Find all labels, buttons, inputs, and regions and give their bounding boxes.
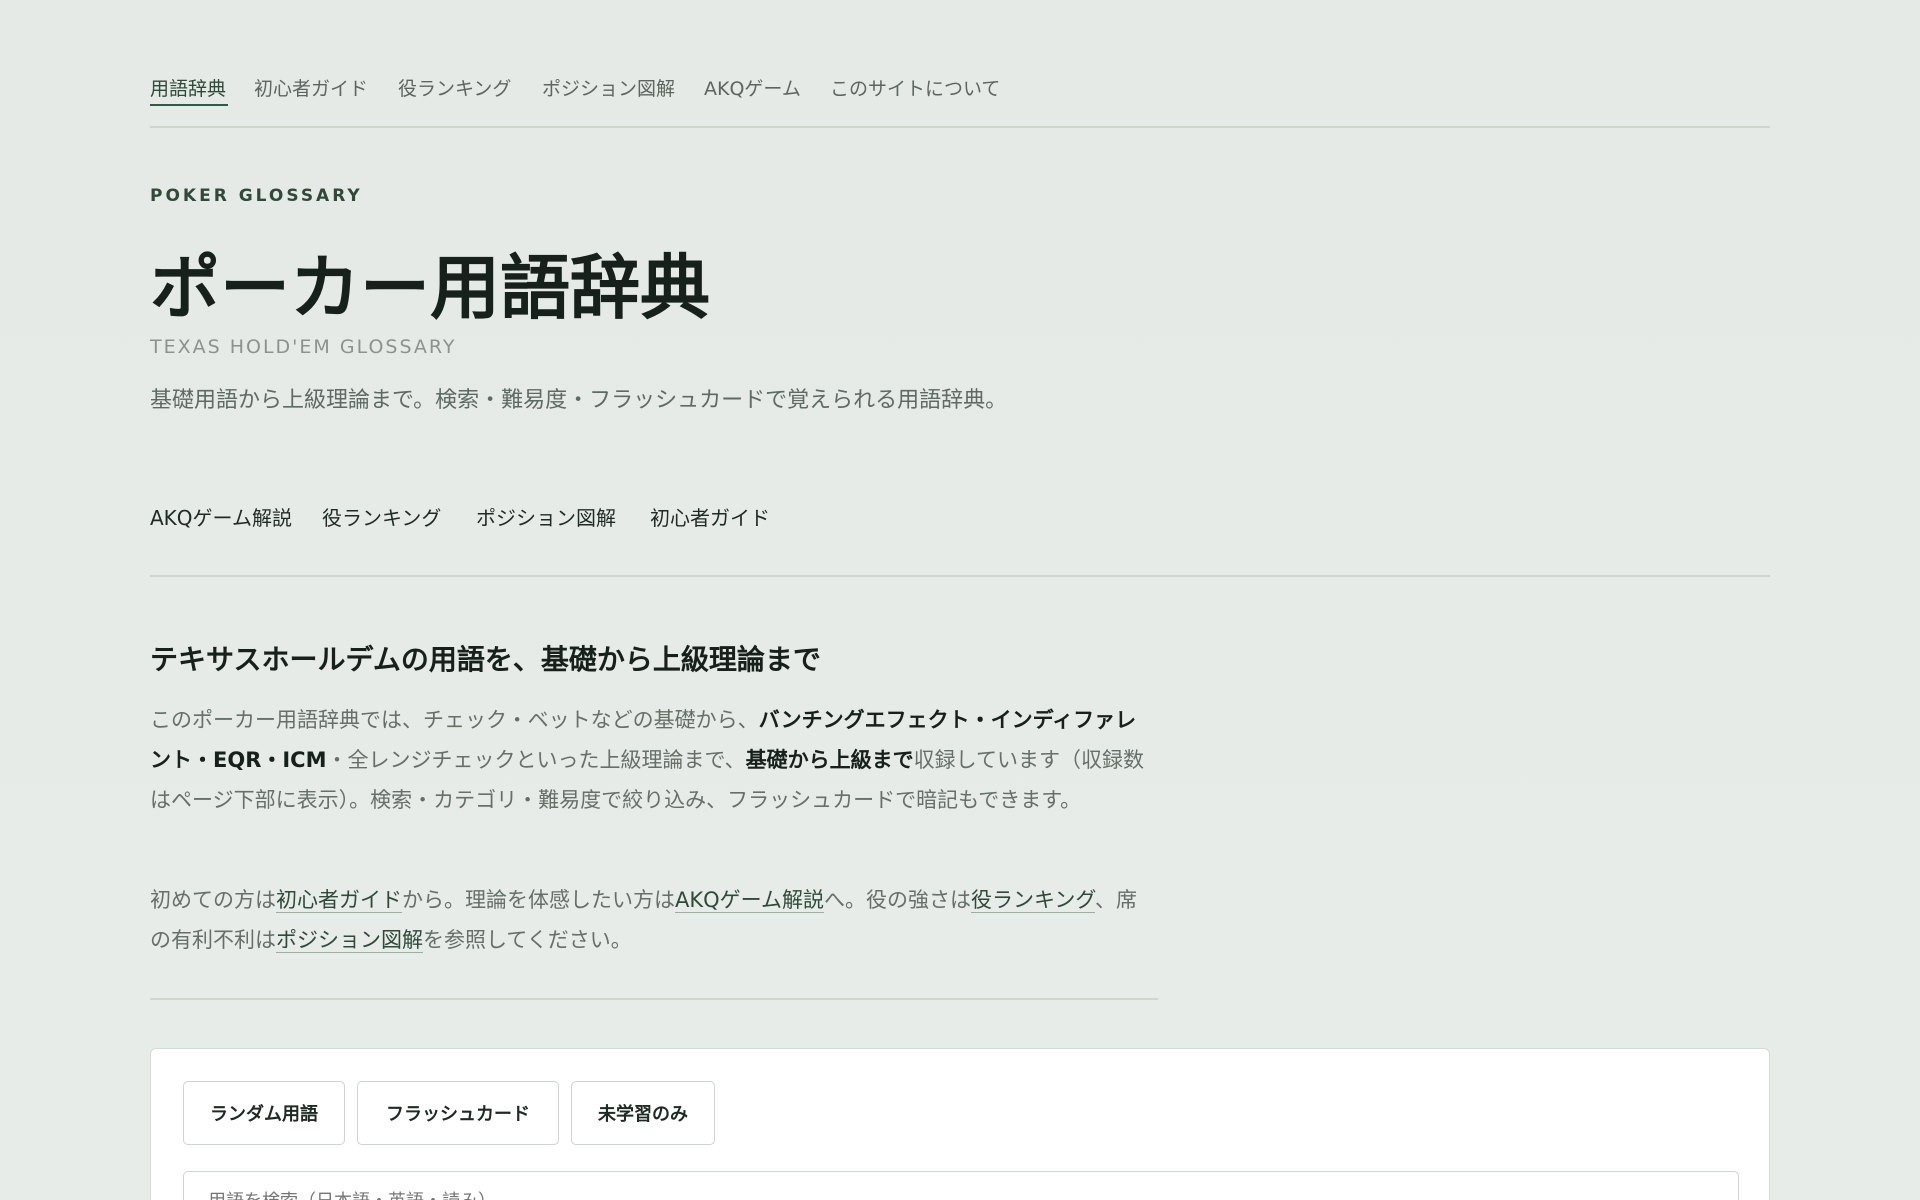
quick-link-position-chart[interactable]: ポジション図解 [476,502,616,531]
page-title: ポーカー用語辞典 [150,246,710,329]
nav-item-hand-ranking[interactable]: 役ランキング [398,74,511,101]
intro-text: から。理論を体感したい方は [402,888,675,912]
random-term-button[interactable]: ランダム用語 [183,1081,345,1145]
link-hand-ranking[interactable]: 役ランキング [971,888,1095,913]
intro-text: へ。役の強さは [824,888,972,912]
intro-text: を参照してください。 [423,928,632,952]
quick-link-akq-game[interactable]: AKQゲーム解説 [150,502,292,531]
quick-link-beginner-guide[interactable]: 初心者ガイド [650,502,770,531]
top-nav: 用語辞典 初心者ガイド 役ランキング ポジション図解 AKQゲーム このサイトに… [150,72,1770,128]
divider [150,575,1770,577]
nav-item-position-chart[interactable]: ポジション図解 [542,74,675,101]
link-position-chart[interactable]: ポジション図解 [276,928,423,953]
intro-paragraph-1: このポーカー用語辞典では、チェック・ベットなどの基礎から、バンチングエフェクト・… [150,700,1145,820]
intro-emphasis: 基礎から上級まで [745,748,914,772]
nav-item-akq-game[interactable]: AKQゲーム [704,74,801,101]
nav-active-indicator [150,104,228,106]
hero-description: 基礎用語から上級理論まで。検索・難易度・フラッシュカードで覚えられる用語辞典。 [150,388,1008,413]
intro-text: ・全レンジチェックといった上級理論まで、 [326,748,746,772]
hero-eyebrow: POKER GLOSSARY [150,186,363,206]
page-subtitle: TEXAS HOLD'EM GLOSSARY [150,336,457,358]
page: 用語辞典 初心者ガイド 役ランキング ポジション図解 AKQゲーム このサイトに… [0,0,1920,1200]
unlearned-only-button[interactable]: 未学習のみ [571,1081,715,1145]
quick-link-hand-ranking[interactable]: 役ランキング [322,502,441,531]
glossary-tool-panel: ランダム用語 フラッシュカード 未学習のみ [150,1048,1770,1200]
flashcard-button[interactable]: フラッシュカード [357,1081,559,1145]
intro-paragraph-2: 初めての方は初心者ガイドから。理論を体感したい方はAKQゲーム解説へ。役の強さは… [150,880,1145,960]
divider [150,998,1158,1000]
search-input[interactable] [183,1171,1739,1200]
nav-item-beginner-guide[interactable]: 初心者ガイド [254,74,368,101]
link-beginner-guide[interactable]: 初心者ガイド [276,888,402,913]
intro-heading: テキサスホールデムの用語を、基礎から上級理論まで [150,643,821,676]
intro-text: このポーカー用語辞典では、チェック・ベットなどの基礎から、 [150,708,759,732]
intro-text: 初めての方は [150,888,276,912]
nav-item-glossary[interactable]: 用語辞典 [150,74,226,101]
link-akq-game[interactable]: AKQゲーム解説 [675,888,825,913]
nav-item-about[interactable]: このサイトについて [830,74,1000,101]
